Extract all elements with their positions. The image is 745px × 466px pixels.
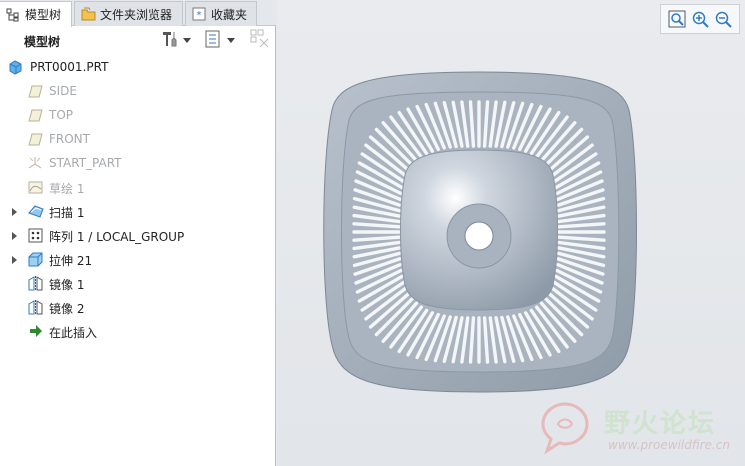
tree-item-side[interactable]: SIDE <box>0 80 276 104</box>
tree-item-label: 镜像 1 <box>49 278 85 292</box>
watermark-title: 野火论坛 <box>604 409 717 439</box>
insert-arrow-icon <box>30 325 45 340</box>
coordinate-system-icon <box>28 156 43 171</box>
expand-arrow-icon[interactable] <box>12 232 17 240</box>
watermark-url: www.proewildfire.cn <box>608 438 730 452</box>
panel-tabbar: 模型树 文件夹浏览器 * 收藏夹 <box>0 0 276 27</box>
tree-item-label: SIDE <box>49 84 77 98</box>
tree-item-label: 在此插入 <box>49 326 98 340</box>
zoom-toolbar <box>660 4 740 34</box>
pattern-icon <box>28 228 43 243</box>
tree-item-mirror-1[interactable]: 镜像 1 <box>0 272 276 296</box>
tree-item-insert-here[interactable]: 在此插入 <box>0 320 276 344</box>
model-render[interactable] <box>277 0 745 466</box>
tree-item-top[interactable]: TOP <box>0 104 276 128</box>
graphics-viewport[interactable] <box>277 0 745 466</box>
mirror-icon <box>28 300 43 315</box>
datum-plane-icon <box>28 108 43 123</box>
tab-folder-browser[interactable]: 文件夹浏览器 <box>74 1 183 26</box>
expand-arrow-icon[interactable] <box>12 208 17 216</box>
forum-logo-icon <box>541 402 589 455</box>
tree-root-item[interactable]: PRT0001.PRT <box>0 56 276 80</box>
tree-item-label: 镜像 2 <box>49 302 85 316</box>
tree-item-label: 阵列 1 / LOCAL_GROUP <box>49 230 185 244</box>
datum-plane-icon <box>28 84 43 99</box>
svg-text:*: * <box>197 10 202 21</box>
part-icon <box>8 60 23 75</box>
tree-item-label: FRONT <box>49 132 90 146</box>
model-tree-toolbar: 模型树 <box>0 26 276 54</box>
settings-tools-button[interactable] <box>160 30 191 50</box>
model-tree-panel: 模型树 文件夹浏览器 * 收藏夹 模型树 PRT0001.PRT SIDE TO… <box>0 0 276 466</box>
sweep-icon <box>28 204 44 219</box>
model-tree-icon <box>6 8 20 22</box>
tree-item-label: TOP <box>49 108 74 122</box>
forum-watermark: 野火论坛 www.proewildfire.cn <box>534 398 739 460</box>
tree-item-extrude-21[interactable]: 拉伸 21 <box>0 248 276 272</box>
extrude-icon <box>28 252 43 267</box>
tab-label: 模型树 <box>25 8 62 22</box>
tree-item-mirror-2[interactable]: 镜像 2 <box>0 296 276 320</box>
tree-item-sweep-1[interactable]: 扫描 1 <box>0 200 276 224</box>
tree-item-sketch-1[interactable]: 草绘 1 <box>0 176 276 200</box>
mirror-icon <box>28 276 43 291</box>
tree-item-label: 扫描 1 <box>49 206 85 220</box>
show-list-button[interactable] <box>205 30 235 50</box>
tools-icon <box>160 30 180 51</box>
tree-item-label: START_PART <box>49 156 122 170</box>
list-icon <box>205 30 221 51</box>
tab-favorites[interactable]: * 收藏夹 <box>185 1 257 26</box>
chevron-down-icon <box>227 33 235 47</box>
tree-item-label: 草绘 1 <box>49 182 85 196</box>
zoom-in-icon[interactable] <box>691 10 709 28</box>
sketch-icon <box>28 180 43 195</box>
zoom-out-icon[interactable] <box>714 10 733 28</box>
tree-item-label: PRT0001.PRT <box>30 60 109 74</box>
tree-item-front[interactable]: FRONT <box>0 128 276 152</box>
chevron-down-icon <box>183 33 191 47</box>
filter-button[interactable] <box>250 29 270 52</box>
tab-model-tree[interactable]: 模型树 <box>0 1 72 27</box>
expand-arrow-icon[interactable] <box>12 256 17 264</box>
tree-item-start-part[interactable]: START_PART <box>0 152 276 176</box>
model-tree-title: 模型树 <box>24 35 61 49</box>
favorites-icon: * <box>192 7 206 21</box>
tab-label: 收藏夹 <box>211 7 248 22</box>
filter-disabled-icon <box>250 29 270 52</box>
model-tree: PRT0001.PRT SIDE TOP FRONT START_PART 草绘… <box>0 56 276 344</box>
zoom-fit-icon[interactable] <box>668 10 686 28</box>
tree-item-pattern-1[interactable]: 阵列 1 / LOCAL_GROUP <box>0 224 276 248</box>
tree-item-label: 拉伸 21 <box>49 254 93 268</box>
folder-icon <box>81 7 96 21</box>
tab-label: 文件夹浏览器 <box>100 7 173 22</box>
datum-plane-icon <box>28 132 43 147</box>
